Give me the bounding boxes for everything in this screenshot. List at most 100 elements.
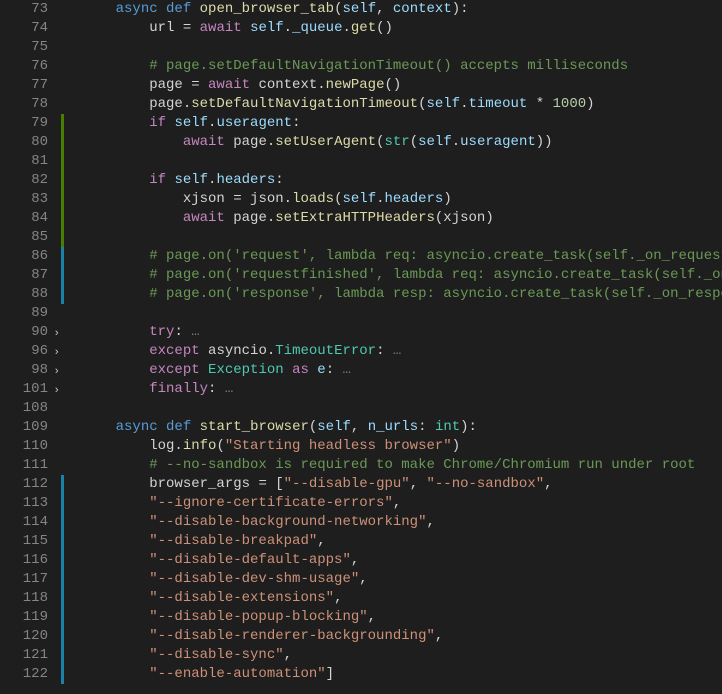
line-number: 108 [0,399,48,418]
line-number: 87 [0,266,48,285]
code-line[interactable]: browser_args = ["--disable-gpu", "--no-s… [82,475,722,494]
line-number: 98› [0,361,48,380]
code-area[interactable]: async def open_browser_tab(self, context… [62,0,722,694]
modification-indicator [61,152,64,171]
line-number: 110 [0,437,48,456]
line-number: 117 [0,570,48,589]
modification-indicator [61,475,64,494]
code-line[interactable]: async def open_browser_tab(self, context… [82,0,722,19]
modification-indicator [61,646,64,665]
code-line[interactable]: "--disable-sync", [82,646,722,665]
modification-indicator [61,247,64,266]
chevron-right-icon[interactable]: › [53,344,60,363]
line-number: 88 [0,285,48,304]
modification-indicator [61,285,64,304]
line-number: 118 [0,589,48,608]
line-number: 74 [0,19,48,38]
modification-indicator [61,627,64,646]
modification-indicator [61,171,64,190]
code-line[interactable]: # --no-sandbox is required to make Chrom… [82,456,722,475]
line-number: 75 [0,38,48,57]
code-line[interactable]: finally: … [82,380,722,399]
code-line[interactable]: try: … [82,323,722,342]
modification-indicator [61,608,64,627]
line-number: 90› [0,323,48,342]
line-number: 112 [0,475,48,494]
modification-indicator [61,589,64,608]
line-number: 121 [0,646,48,665]
line-number-gutter: 737475767778798081828384858687888990›96›… [0,0,62,694]
line-number: 101› [0,380,48,399]
line-number: 109 [0,418,48,437]
modification-indicator [61,266,64,285]
line-number: 76 [0,57,48,76]
code-line[interactable]: log.info("Starting headless browser") [82,437,722,456]
modification-indicator [61,665,64,684]
line-number: 122 [0,665,48,684]
line-number: 83 [0,190,48,209]
code-line[interactable]: "--disable-popup-blocking", [82,608,722,627]
code-line[interactable]: url = await self._queue.get() [82,19,722,38]
line-number: 116 [0,551,48,570]
line-number: 78 [0,95,48,114]
chevron-right-icon[interactable]: › [53,325,60,344]
line-number: 86 [0,247,48,266]
modification-indicator [61,133,64,152]
code-line[interactable] [82,152,722,171]
code-line[interactable]: page = await context.newPage() [82,76,722,95]
line-number: 120 [0,627,48,646]
code-line[interactable]: # page.on('request', lambda req: asyncio… [82,247,722,266]
modification-indicator [61,114,64,133]
code-line[interactable]: "--disable-breakpad", [82,532,722,551]
chevron-right-icon[interactable]: › [53,382,60,401]
line-number: 79 [0,114,48,133]
modification-indicator [61,228,64,247]
code-line[interactable] [82,38,722,57]
code-line[interactable]: await page.setUserAgent(str(self.userage… [82,133,722,152]
line-number: 77 [0,76,48,95]
modification-indicator [61,513,64,532]
code-line[interactable]: "--disable-background-networking", [82,513,722,532]
modification-indicator [61,494,64,513]
code-line[interactable]: async def start_browser(self, n_urls: in… [82,418,722,437]
line-number: 81 [0,152,48,171]
code-line[interactable] [82,304,722,323]
code-line[interactable] [82,228,722,247]
code-line[interactable]: # page.on('response', lambda resp: async… [82,285,722,304]
line-number: 114 [0,513,48,532]
code-editor[interactable]: 737475767778798081828384858687888990›96›… [0,0,722,694]
code-line[interactable]: await page.setExtraHTTPHeaders(xjson) [82,209,722,228]
code-line[interactable]: "--ignore-certificate-errors", [82,494,722,513]
code-line[interactable]: "--disable-renderer-backgrounding", [82,627,722,646]
code-line[interactable]: "--disable-dev-shm-usage", [82,570,722,589]
code-line[interactable]: xjson = json.loads(self.headers) [82,190,722,209]
line-number: 82 [0,171,48,190]
line-number: 80 [0,133,48,152]
code-line[interactable]: if self.headers: [82,171,722,190]
line-number: 113 [0,494,48,513]
chevron-right-icon[interactable]: › [53,363,60,382]
code-line[interactable]: except asyncio.TimeoutError: … [82,342,722,361]
code-line[interactable]: # page.on('requestfinished', lambda req:… [82,266,722,285]
code-line[interactable]: if self.useragent: [82,114,722,133]
modification-indicator [61,532,64,551]
modification-indicator [61,570,64,589]
modification-indicator [61,209,64,228]
code-line[interactable]: # page.setDefaultNavigationTimeout() acc… [82,57,722,76]
modification-indicator [61,190,64,209]
code-line[interactable]: "--disable-extensions", [82,589,722,608]
line-number: 119 [0,608,48,627]
line-number: 85 [0,228,48,247]
line-number: 89 [0,304,48,323]
code-line[interactable]: "--disable-default-apps", [82,551,722,570]
line-number: 73 [0,0,48,19]
line-number: 115 [0,532,48,551]
line-number: 84 [0,209,48,228]
code-line[interactable] [82,399,722,418]
code-line[interactable]: page.setDefaultNavigationTimeout(self.ti… [82,95,722,114]
modification-indicator [61,551,64,570]
code-line[interactable]: except Exception as e: … [82,361,722,380]
line-number: 96› [0,342,48,361]
code-line[interactable]: "--enable-automation"] [82,665,722,684]
line-number: 111 [0,456,48,475]
